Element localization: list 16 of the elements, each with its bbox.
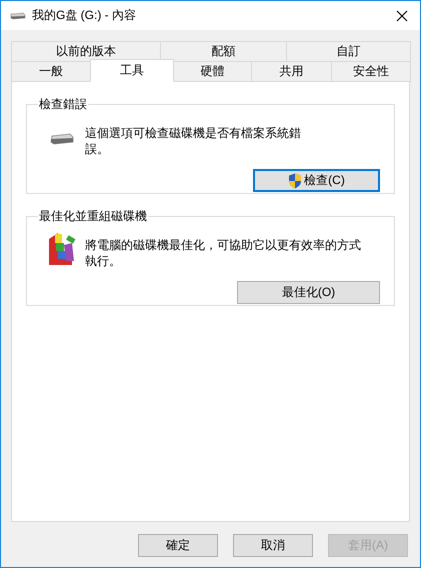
- tab[interactable]: 以前的版本: [11, 41, 161, 62]
- group-title: 檢查錯誤: [38, 96, 88, 113]
- window-title: 我的G盘 (G:) - 內容: [32, 7, 137, 24]
- close-icon[interactable]: [396, 10, 408, 22]
- drive-icon: [50, 133, 74, 145]
- drive-icon: [10, 12, 26, 20]
- ok-button[interactable]: 確定: [138, 534, 218, 557]
- tab[interactable]: 自訂: [286, 41, 411, 62]
- check-button[interactable]: 檢查(C): [253, 169, 380, 192]
- optimize-button[interactable]: 最佳化(O): [237, 281, 380, 304]
- tab[interactable]: 工具: [90, 59, 174, 82]
- description: 這個選項可檢查磁碟機是否有檔案系統錯誤。: [85, 125, 302, 157]
- group-title: 最佳化並重組磁碟機: [38, 208, 148, 225]
- cancel-button[interactable]: 取消: [233, 534, 313, 557]
- defrag-icon: [46, 231, 78, 267]
- description: 將電腦的磁碟機最佳化，可協助它以更有效率的方式執行。: [85, 237, 362, 269]
